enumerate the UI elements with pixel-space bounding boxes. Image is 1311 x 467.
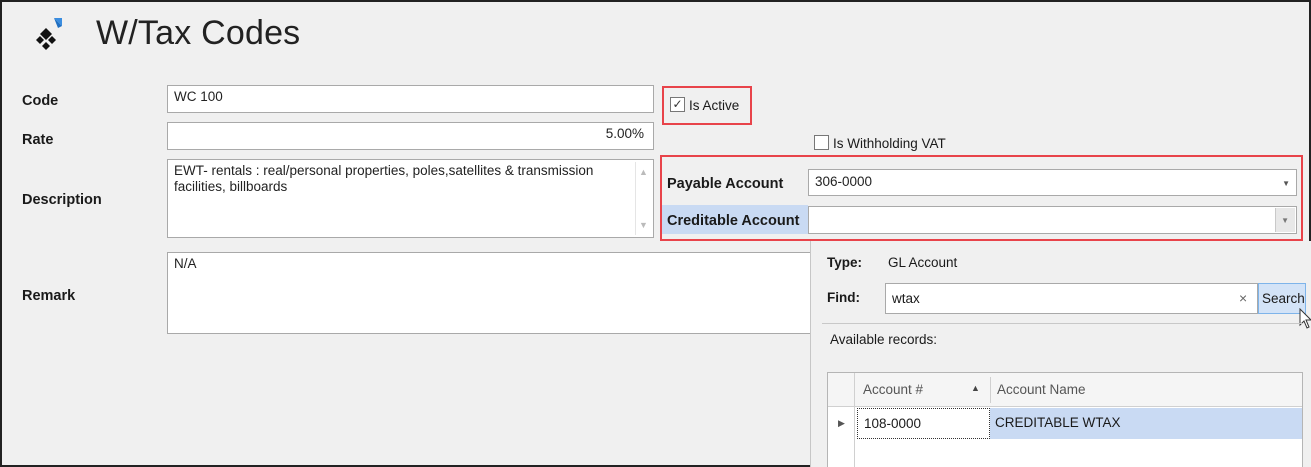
lookup-divider bbox=[822, 323, 1303, 324]
code-label: Code bbox=[22, 93, 59, 109]
description-scrollbar[interactable]: ▲ ▼ bbox=[635, 162, 651, 235]
remark-label: Remark bbox=[22, 288, 76, 304]
rate-label: Rate bbox=[22, 132, 54, 148]
current-row-arrow-icon: ▶ bbox=[838, 418, 845, 428]
app-window: W/Tax Codes Code WC 100 Rate 5.00% Descr… bbox=[0, 0, 1311, 467]
remark-textarea[interactable]: N/A bbox=[167, 252, 817, 334]
lookup-type-label: Type: bbox=[827, 255, 863, 270]
lookup-type-value: GL Account bbox=[888, 255, 958, 270]
column-header-account-number[interactable]: Account # bbox=[863, 382, 923, 397]
sort-ascending-icon[interactable]: ▲ bbox=[971, 383, 980, 393]
scroll-down-icon[interactable]: ▼ bbox=[639, 217, 648, 233]
is-withholding-vat-label[interactable]: Is Withholding VAT bbox=[833, 136, 946, 151]
rate-input[interactable]: 5.00% bbox=[167, 122, 654, 150]
available-records-label: Available records: bbox=[830, 332, 938, 347]
is-withholding-vat-checkbox[interactable] bbox=[814, 135, 829, 150]
column-divider[interactable] bbox=[990, 377, 991, 403]
grid-header: Account # ▲ Account Name bbox=[828, 373, 1302, 407]
table-row-account-cell[interactable]: 108-0000 bbox=[857, 408, 990, 439]
records-grid: Account # ▲ Account Name ▶ 108-0000 CRED… bbox=[827, 372, 1303, 467]
checkmark-icon: ✓ bbox=[672, 97, 683, 111]
page-title: W/Tax Codes bbox=[96, 14, 301, 52]
description-textarea[interactable]: EWT- rentals : real/personal properties,… bbox=[167, 159, 654, 238]
scroll-up-icon[interactable]: ▲ bbox=[639, 164, 648, 180]
table-row-name-cell[interactable]: CREDITABLE WTAX bbox=[990, 408, 1302, 439]
lookup-find-input[interactable]: wtax bbox=[885, 283, 1258, 314]
is-active-label[interactable]: Is Active bbox=[689, 98, 739, 113]
clear-icon[interactable]: × bbox=[1239, 290, 1247, 306]
lookup-find-label: Find: bbox=[827, 290, 860, 305]
code-input[interactable]: WC 100 bbox=[167, 85, 654, 113]
column-header-account-name[interactable]: Account Name bbox=[997, 382, 1086, 397]
description-text: EWT- rentals : real/personal properties,… bbox=[174, 163, 594, 194]
is-active-checkbox[interactable]: ✓ bbox=[670, 97, 685, 112]
accounts-highlight bbox=[660, 155, 1303, 241]
description-label: Description bbox=[22, 192, 102, 208]
mouse-cursor-icon bbox=[1299, 308, 1311, 329]
tax-codes-logo-icon bbox=[36, 18, 62, 50]
